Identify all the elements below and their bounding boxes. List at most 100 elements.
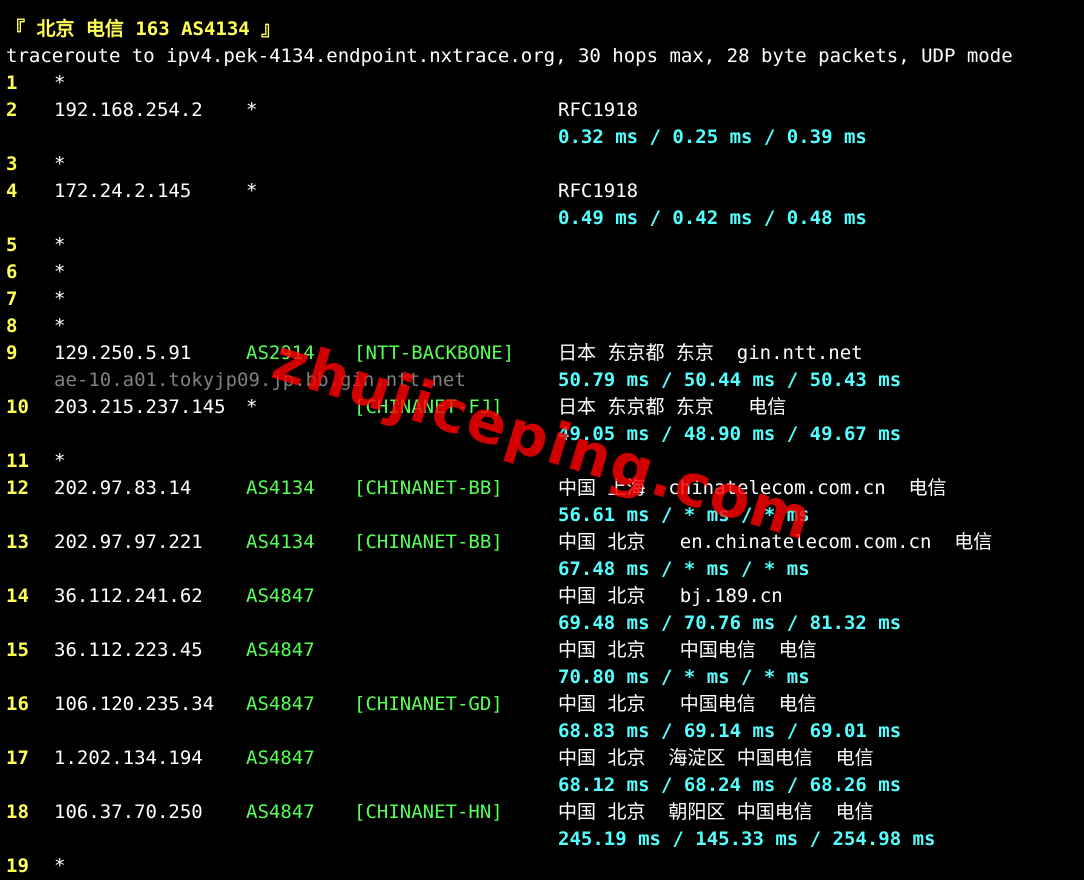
hop-geo: RFC1918 (558, 180, 639, 202)
hop-row: 4 172.24.2.145 * RFC1918 (6, 178, 1084, 205)
hop-rtt: 245.19 ms / 145.33 ms / 254.98 ms (558, 828, 936, 850)
hop-asn: AS4847 (246, 639, 315, 661)
hop-asn: * (246, 99, 258, 121)
hop-detail-row: ae-10.a01.tokyjp09.jp.bb.gin.ntt.net 50.7… (6, 367, 1084, 394)
hop-ip: 1.202.134.194 (54, 747, 203, 769)
hop-ip: 106.120.235.34 (54, 693, 215, 715)
hop-ip: * (54, 315, 66, 337)
hop-geo: 日本 东京都 东京 gin.ntt.net (558, 342, 863, 364)
hop-geo: 日本 东京都 东京 电信 (558, 396, 787, 418)
hop-number: 10 (6, 396, 29, 418)
hop-ip: 106.37.70.250 (54, 801, 203, 823)
hop-ip: * (54, 261, 66, 283)
hop-number: 2 (6, 99, 18, 121)
hop-rtt: 0.32 ms / 0.25 ms / 0.39 ms (558, 126, 867, 148)
hop-ip: 202.97.83.14 (54, 477, 192, 499)
hop-ip: * (54, 234, 66, 256)
hop-rtt: 67.48 ms / * ms / * ms (558, 558, 810, 580)
hop-geo: 中国 北京 中国电信 电信 (558, 693, 817, 715)
hop-row: 19 * (6, 853, 1084, 880)
hop-number: 4 (6, 180, 18, 202)
hop-network: [CHINANET-BB] (354, 531, 503, 553)
hop-row: 18 106.37.70.250 AS4847 [CHINANET-HN] 中国 北京 … (6, 799, 1084, 826)
hop-detail-row: 0.32 ms / 0.25 ms / 0.39 ms (6, 124, 1084, 151)
hop-number: 8 (6, 315, 18, 337)
hop-row: 2 192.168.254.2 * RFC1918 (6, 97, 1084, 124)
traceroute-command: traceroute to ipv4.pek-4134.endpoint.nxt… (6, 45, 1013, 67)
hop-detail-row: 0.49 ms / 0.42 ms / 0.48 ms (6, 205, 1084, 232)
hop-rtt: 0.49 ms / 0.42 ms / 0.48 ms (558, 207, 867, 229)
hop-number: 6 (6, 261, 18, 283)
hop-row: 6 * (6, 259, 1084, 286)
hop-ip: 192.168.254.2 (54, 99, 203, 121)
hop-detail-row: 67.48 ms / * ms / * ms (6, 556, 1084, 583)
hop-number: 19 (6, 855, 29, 877)
hop-geo: 中国 北京 bj.189.cn (558, 585, 783, 607)
hop-row: 1 * (6, 70, 1084, 97)
hop-asn: AS4134 (246, 531, 315, 553)
hop-asn: * (246, 396, 258, 418)
hop-row: 3 * (6, 151, 1084, 178)
hop-row: 7 * (6, 286, 1084, 313)
hop-network: [CHINANET-GD] (354, 693, 503, 715)
hop-row: 8 * (6, 313, 1084, 340)
hop-row: 15 36.112.223.45 AS4847 中国 北京 中国电信 电信 (6, 637, 1084, 664)
hop-detail-row: 69.48 ms / 70.76 ms / 81.32 ms (6, 610, 1084, 637)
hop-number: 16 (6, 693, 29, 715)
hop-network: [CHINANET-BB] (354, 477, 503, 499)
hop-number: 13 (6, 531, 29, 553)
hop-ip: * (54, 72, 66, 94)
hop-rtt: 69.48 ms / 70.76 ms / 81.32 ms (558, 612, 902, 634)
hop-rtt: 50.79 ms / 50.44 ms / 50.43 ms (558, 369, 902, 391)
hop-detail-row: 68.12 ms / 68.24 ms / 68.26 ms (6, 772, 1084, 799)
hop-ip: 129.250.5.91 (54, 342, 192, 364)
hop-asn: AS4847 (246, 801, 315, 823)
hop-detail-row: 56.61 ms / * ms / * ms (6, 502, 1084, 529)
hop-geo: 中国 北京 朝阳区 中国电信 电信 (558, 801, 874, 823)
hop-ip: * (54, 450, 66, 472)
hop-network: [CHINANET-HN] (354, 801, 503, 823)
hop-ip: 36.112.241.62 (54, 585, 203, 607)
hop-number: 3 (6, 153, 18, 175)
hop-ip: 172.24.2.145 (54, 180, 192, 202)
hop-asn: AS4847 (246, 585, 315, 607)
hop-number: 15 (6, 639, 29, 661)
route-title: 『 北京 电信 163 AS4134 』 (6, 18, 281, 40)
hop-row: 17 1.202.134.194 AS4847 中国 北京 海淀区 中国电信 电信 (6, 745, 1084, 772)
hop-number: 9 (6, 342, 18, 364)
hop-number: 5 (6, 234, 18, 256)
hop-number: 18 (6, 801, 29, 823)
hop-detail-row: 68.83 ms / 69.14 ms / 69.01 ms (6, 718, 1084, 745)
hop-ip: * (54, 855, 66, 877)
hop-geo: RFC1918 (558, 99, 639, 121)
command-line: traceroute to ipv4.pek-4134.endpoint.nxt… (6, 43, 1084, 70)
hop-rtt: 68.12 ms / 68.24 ms / 68.26 ms (558, 774, 902, 796)
hop-number: 17 (6, 747, 29, 769)
header-line: 『 北京 电信 163 AS4134 』 (6, 16, 1084, 43)
hop-number: 1 (6, 72, 18, 94)
terminal-top-clipped-line (6, 0, 1084, 16)
hop-ip: 36.112.223.45 (54, 639, 203, 661)
hop-row: 5 * (6, 232, 1084, 259)
hop-ip: 202.97.97.221 (54, 531, 203, 553)
hop-row: 9 129.250.5.91 AS2914 [NTT-BACKBONE] 日本 东京都 … (6, 340, 1084, 367)
hop-number: 14 (6, 585, 29, 607)
hop-number: 11 (6, 450, 29, 472)
hop-row: 12 202.97.83.14 AS4134 [CHINANET-BB] 中国 上海 c… (6, 475, 1084, 502)
hop-asn: AS4847 (246, 693, 315, 715)
hop-ip: 203.215.237.145 (54, 396, 226, 418)
hop-asn: AS4134 (246, 477, 315, 499)
hop-geo: 中国 北京 海淀区 中国电信 电信 (558, 747, 874, 769)
hop-number: 12 (6, 477, 29, 499)
hop-geo: 中国 北京 中国电信 电信 (558, 639, 817, 661)
hop-row: 13 202.97.97.221 AS4134 [CHINANET-BB] 中国 北京 … (6, 529, 1084, 556)
hop-ip: * (54, 153, 66, 175)
hop-number: 7 (6, 288, 18, 310)
hop-row: 16 106.120.235.34 AS4847 [CHINANET-GD] 中国 北京… (6, 691, 1084, 718)
hop-detail-row: 70.80 ms / * ms / * ms (6, 664, 1084, 691)
hop-row: 14 36.112.241.62 AS4847 中国 北京 bj.189.cn (6, 583, 1084, 610)
hop-detail-row: 245.19 ms / 145.33 ms / 254.98 ms (6, 826, 1084, 853)
hop-ip: * (54, 288, 66, 310)
hop-asn: AS4847 (246, 747, 315, 769)
hop-rtt: 68.83 ms / 69.14 ms / 69.01 ms (558, 720, 902, 742)
